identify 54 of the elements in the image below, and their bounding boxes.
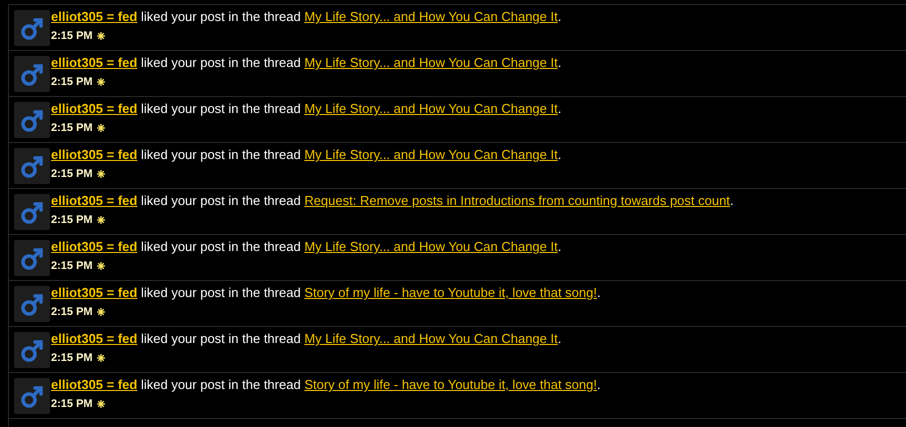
notification-text: elliot305 = fed liked your post in the thread My Life Story... and How You Can Change It. xyxy=(51,55,562,71)
user-link[interactable]: elliot305 = fed xyxy=(51,147,138,162)
asterisk-icon xyxy=(96,124,105,132)
thread-link[interactable]: My Life Story... and How You Can Change It xyxy=(304,55,558,70)
asterisk-icon xyxy=(96,400,105,408)
time-text: 2:15 PM xyxy=(51,260,93,272)
asterisk-icon xyxy=(96,354,105,362)
notification-text: elliot305 = fed liked your post in the thread Story of my life - have to Youtube it, love that song!. xyxy=(51,285,601,301)
user-link[interactable]: elliot305 = fed xyxy=(51,377,138,392)
user-link[interactable]: elliot305 = fed xyxy=(51,9,138,24)
time-text: 2:15 PM xyxy=(51,168,93,180)
asterisk-icon xyxy=(96,170,105,178)
notification-text: elliot305 = fed liked your post in the thread My Life Story... and How You Can Change It. xyxy=(51,101,562,117)
asterisk-icon xyxy=(96,32,105,40)
avatar-icon[interactable] xyxy=(14,286,50,322)
avatar-icon[interactable] xyxy=(14,332,50,368)
thread-link[interactable]: My Life Story... and How You Can Change It xyxy=(304,147,558,162)
user-link[interactable]: elliot305 = fed xyxy=(51,55,138,70)
time-text: 2:15 PM xyxy=(51,30,93,42)
avatar-icon[interactable] xyxy=(14,56,50,92)
avatar-icon[interactable] xyxy=(14,194,50,230)
user-link[interactable]: elliot305 = fed xyxy=(51,101,138,116)
user-link[interactable]: elliot305 = fed xyxy=(51,193,138,208)
thread-link[interactable]: Story of my life - have to Youtube it, love that song! xyxy=(304,377,597,392)
time-text: 2:15 PM xyxy=(51,122,93,134)
user-link[interactable]: elliot305 = fed xyxy=(51,331,138,346)
notification-text: elliot305 = fed liked your post in the thread Request: Remove posts in Introductions from counting towards post count. xyxy=(51,193,734,209)
time-text: 2:15 PM xyxy=(51,352,93,364)
notification-text: elliot305 = fed liked your post in the thread My Life Story... and How You Can Change It. xyxy=(51,147,562,163)
thread-link[interactable]: My Life Story... and How You Can Change It xyxy=(304,331,558,346)
avatar-icon[interactable] xyxy=(14,240,50,276)
asterisk-icon xyxy=(96,262,105,270)
avatar-icon[interactable] xyxy=(14,102,50,138)
asterisk-icon xyxy=(96,216,105,224)
time-text: 2:15 PM xyxy=(51,214,93,226)
thread-link[interactable]: Story of my life - have to Youtube it, love that song! xyxy=(304,285,597,300)
avatar-icon[interactable] xyxy=(14,148,50,184)
asterisk-icon xyxy=(96,308,105,316)
user-link[interactable]: elliot305 = fed xyxy=(51,285,138,300)
notification-text: elliot305 = fed liked your post in the thread My Life Story... and How You Can Change It. xyxy=(51,239,562,255)
notification-text: elliot305 = fed liked your post in the thread My Life Story... and How You Can Change It. xyxy=(51,331,562,347)
avatar-icon[interactable] xyxy=(14,10,50,46)
time-text: 2:15 PM xyxy=(51,306,93,318)
thread-link[interactable]: My Life Story... and How You Can Change It xyxy=(304,9,558,24)
notification-text: elliot305 = fed liked your post in the thread My Life Story... and How You Can Change It. xyxy=(51,9,562,25)
thread-link[interactable]: Request: Remove posts in Introductions from counting towards post count xyxy=(304,193,730,208)
thread-link[interactable]: My Life Story... and How You Can Change It xyxy=(304,101,558,116)
time-text: 2:15 PM xyxy=(51,76,93,88)
notification-text: elliot305 = fed liked your post in the thread Story of my life - have to Youtube it, love that song!. xyxy=(51,377,601,393)
time-text: 2:15 PM xyxy=(51,398,93,410)
asterisk-icon xyxy=(96,78,105,86)
avatar-icon[interactable] xyxy=(14,378,50,414)
thread-link[interactable]: My Life Story... and How You Can Change It xyxy=(304,239,558,254)
user-link[interactable]: elliot305 = fed xyxy=(51,239,138,254)
